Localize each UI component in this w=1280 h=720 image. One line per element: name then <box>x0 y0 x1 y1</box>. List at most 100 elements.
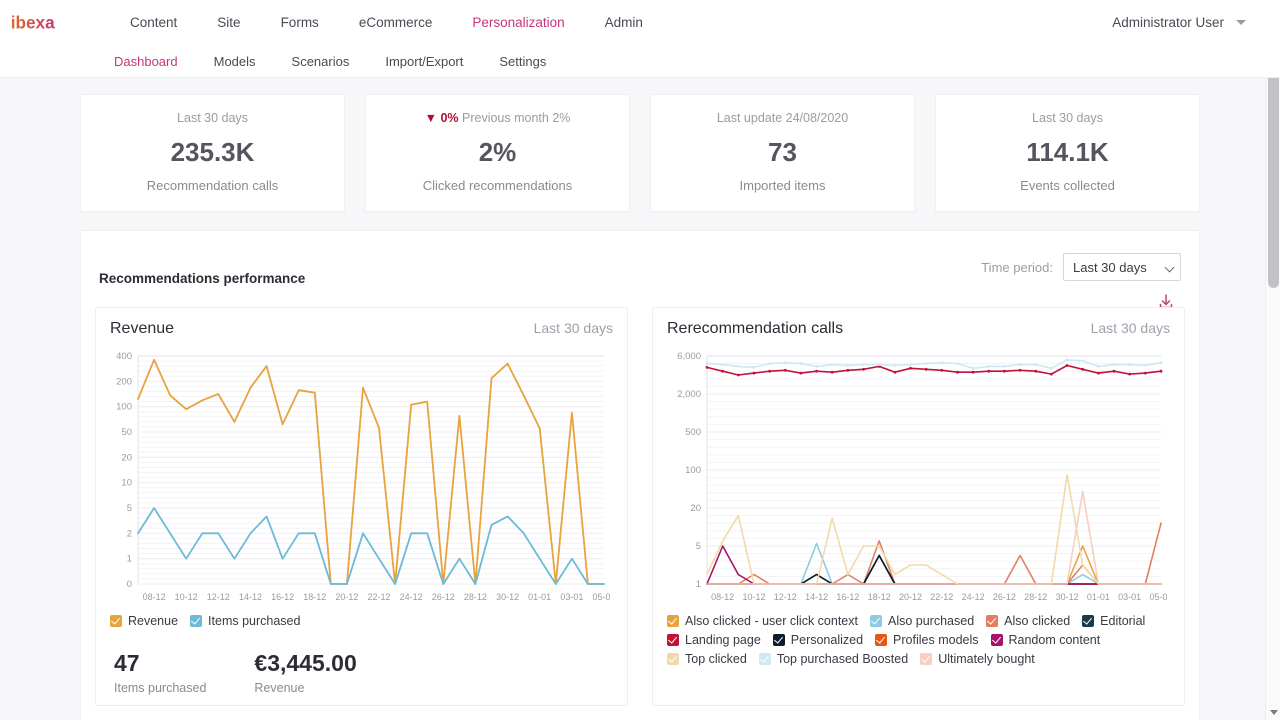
svg-text:14-12: 14-12 <box>805 592 828 602</box>
svg-text:14-12: 14-12 <box>239 592 262 602</box>
legend-item[interactable]: Items purchased <box>190 614 300 628</box>
revenue-line-chart: 012510205010020040008-1210-1212-1214-121… <box>110 346 610 608</box>
legend-label: Revenue <box>128 614 178 628</box>
legend-checkbox-icon[interactable] <box>667 615 679 627</box>
subnav-item-scenarios[interactable]: Scenarios <box>274 50 368 73</box>
subnav-item-dashboard[interactable]: Dashboard <box>96 50 196 73</box>
legend-checkbox-icon[interactable] <box>920 653 932 665</box>
legend-label: Random content <box>1009 633 1101 647</box>
legend-checkbox-icon[interactable] <box>986 615 998 627</box>
scroll-down-icon[interactable] <box>1266 705 1280 720</box>
legend-item[interactable]: Landing page <box>667 633 761 647</box>
svg-text:18-12: 18-12 <box>868 592 891 602</box>
legend-checkbox-icon[interactable] <box>190 615 202 627</box>
svg-text:20-12: 20-12 <box>899 592 922 602</box>
svg-text:01-01: 01-01 <box>528 592 551 602</box>
user-name: Administrator User <box>1112 15 1224 30</box>
legend-item[interactable]: Also clicked - user click context <box>667 614 858 628</box>
svg-text:400: 400 <box>116 351 132 362</box>
kpi-subtitle-text: Previous month 2% <box>462 111 570 125</box>
kpi-card-events-collected: Last 30 days 114.1K Events collected <box>935 94 1200 212</box>
legend-item[interactable]: Revenue <box>110 614 178 628</box>
chart-card-recommendation-calls: Rerecommendation calls Last 30 days 1 5 20… <box>652 307 1185 706</box>
legend-item[interactable]: Top clicked <box>667 652 747 666</box>
subnav-item-settings[interactable]: Settings <box>481 50 564 73</box>
legend-checkbox-icon[interactable] <box>1082 615 1094 627</box>
legend-label: Profiles models <box>893 633 978 647</box>
kpi-card-clicked-recommendations: ▼ 0% Previous month 2% 2% Clicked recomm… <box>365 94 630 212</box>
kpi-card-row: Last 30 days 235.3K Recommendation calls… <box>0 78 1280 212</box>
page-scrollbar[interactable] <box>1265 0 1280 720</box>
legend-item[interactable]: Ultimately bought <box>920 652 1035 666</box>
kpi-value: 73 <box>661 137 904 168</box>
legend-item[interactable]: Personalized <box>773 633 863 647</box>
chevron-down-icon <box>1236 20 1246 25</box>
chart-plot-area: 012510205010020040008-1210-1212-1214-121… <box>110 346 613 608</box>
nav-item-content[interactable]: Content <box>110 9 197 36</box>
kpi-label: Imported items <box>661 178 904 193</box>
panel-header: Recommendations performance Time period:… <box>81 231 1199 307</box>
svg-text:100: 100 <box>685 465 701 476</box>
legend-checkbox-icon[interactable] <box>110 615 122 627</box>
svg-text:26-12: 26-12 <box>432 592 455 602</box>
legend-item[interactable]: Also clicked <box>986 614 1070 628</box>
svg-text:100: 100 <box>116 402 132 413</box>
chart-period: Last 30 days <box>1091 320 1170 336</box>
svg-text:1: 1 <box>696 579 701 590</box>
svg-text:500: 500 <box>685 427 701 438</box>
kpi-subtitle: Last 30 days <box>91 111 334 125</box>
time-period-select[interactable]: Last 30 daysLast 7 daysLast 90 daysLast … <box>1063 253 1181 281</box>
legend-item[interactable]: Top purchased Boosted <box>759 652 908 666</box>
svg-text:5: 5 <box>127 503 132 514</box>
charts-row: Revenue Last 30 days 0125102050100200400… <box>81 307 1199 706</box>
ibexa-logo[interactable]: ibexa <box>10 10 88 36</box>
svg-text:200: 200 <box>116 376 132 387</box>
svg-text:2: 2 <box>127 528 132 539</box>
panel-title: Recommendations performance <box>99 271 305 286</box>
legend-label: Also purchased <box>888 614 974 628</box>
legend-checkbox-icon[interactable] <box>991 634 1003 646</box>
svg-text:5: 5 <box>696 541 701 552</box>
legend-checkbox-icon[interactable] <box>667 634 679 646</box>
svg-text:10-12: 10-12 <box>742 592 765 602</box>
kpi-subtitle: Last update 24/08/2020 <box>661 111 904 125</box>
legend-item[interactable]: Profiles models <box>875 633 978 647</box>
nav-item-admin[interactable]: Admin <box>585 9 663 36</box>
time-period-select-wrap: Last 30 daysLast 7 daysLast 90 daysLast … <box>1063 253 1181 281</box>
legend-checkbox-icon[interactable] <box>870 615 882 627</box>
kpi-label: Events collected <box>946 178 1189 193</box>
chart-card-revenue: Revenue Last 30 days 0125102050100200400… <box>95 307 628 706</box>
time-period-control: Time period: Last 30 daysLast 7 daysLast… <box>981 253 1181 281</box>
svg-text:10-12: 10-12 <box>175 592 198 602</box>
legend-label: Top clicked <box>685 652 747 666</box>
nav-item-personalization[interactable]: Personalization <box>452 9 584 36</box>
stat-revenue: €3,445.00 Revenue <box>254 650 356 695</box>
subnav-item-import-export[interactable]: Import/Export <box>367 50 481 73</box>
svg-text:01-01: 01-01 <box>1087 592 1110 602</box>
legend-checkbox-icon[interactable] <box>759 653 771 665</box>
kpi-value: 235.3K <box>91 137 334 168</box>
top-navigation-bar: ibexa Content Site Forms eCommerce Perso… <box>0 0 1280 45</box>
svg-text:18-12: 18-12 <box>303 592 326 602</box>
legend-checkbox-icon[interactable] <box>875 634 887 646</box>
legend-checkbox-icon[interactable] <box>773 634 785 646</box>
svg-text:28-12: 28-12 <box>1024 592 1047 602</box>
legend-label: Also clicked - user click context <box>685 614 858 628</box>
legend-item[interactable]: Also purchased <box>870 614 974 628</box>
chart-title: Rerecommendation calls <box>667 320 843 338</box>
nav-item-ecommerce[interactable]: eCommerce <box>339 9 453 36</box>
user-menu[interactable]: Administrator User <box>1112 15 1266 30</box>
kpi-card-recommendation-calls: Last 30 days 235.3K Recommendation calls <box>80 94 345 212</box>
legend-item[interactable]: Random content <box>991 633 1101 647</box>
stat-label: Items purchased <box>114 681 206 695</box>
svg-text:20: 20 <box>121 452 132 463</box>
main-nav: Content Site Forms eCommerce Personaliza… <box>110 9 663 36</box>
legend-item[interactable]: Editorial <box>1082 614 1145 628</box>
legend-checkbox-icon[interactable] <box>667 653 679 665</box>
nav-item-site[interactable]: Site <box>197 9 260 36</box>
subnav-item-models[interactable]: Models <box>196 50 274 73</box>
nav-item-forms[interactable]: Forms <box>261 9 339 36</box>
chart-header: Rerecommendation calls Last 30 days <box>667 320 1170 338</box>
svg-text:08-12: 08-12 <box>711 592 734 602</box>
legend-label: Ultimately bought <box>938 652 1035 666</box>
